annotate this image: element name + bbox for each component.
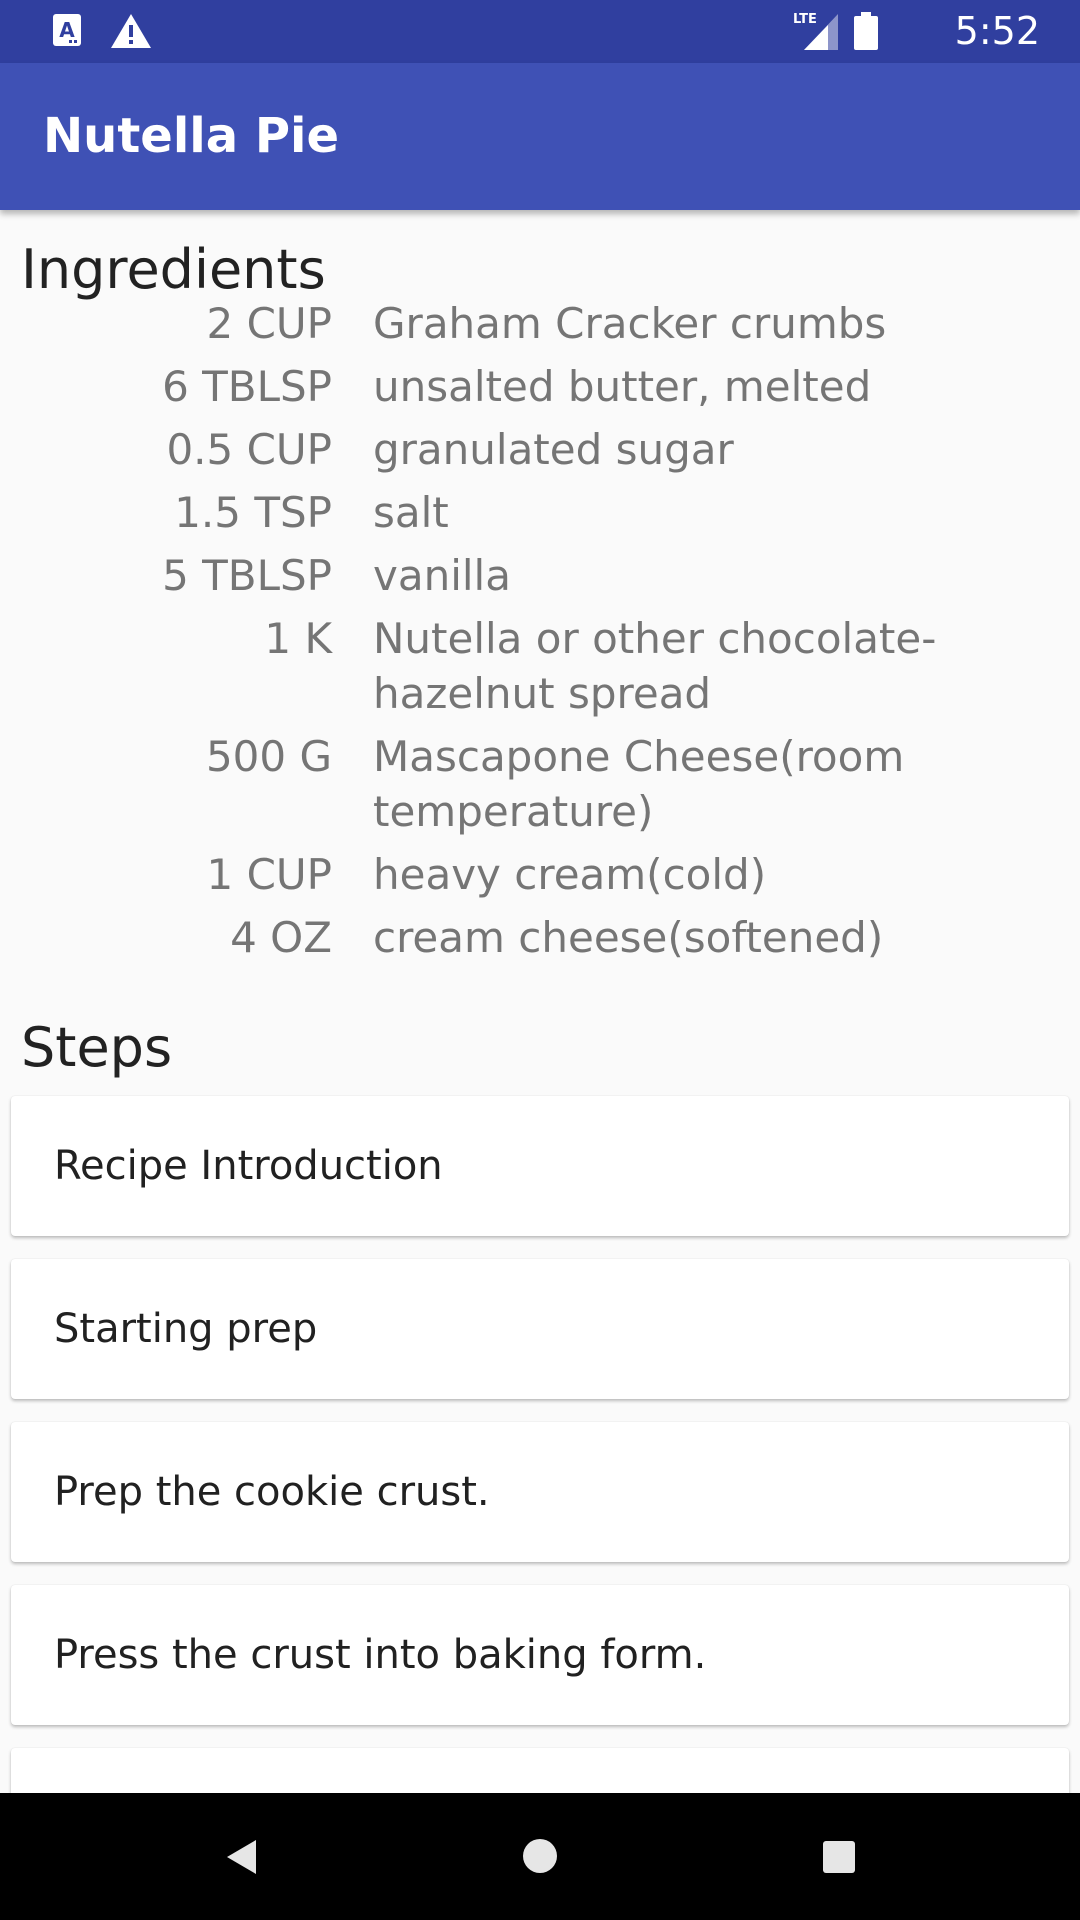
system-nav-bar (0, 1793, 1080, 1920)
lte-signal-icon: LTE (792, 10, 840, 54)
home-button[interactable] (475, 1793, 605, 1920)
ingredient-name: heavy cream(cold) (373, 850, 767, 899)
ingredient-row: 5 TBLSP vanilla (0, 548, 1080, 603)
ingredient-row: 4 OZ cream cheese(softened) (0, 910, 1080, 965)
ingredient-quantity: 6 TBLSP (162, 362, 332, 411)
ingredient-quantity: 1 CUP (206, 850, 332, 899)
ingredient-quantity: 500 G (205, 732, 332, 781)
step-label: Recipe Introduction (54, 1143, 443, 1189)
ingredient-row: 0.5 CUP granulated sugar (0, 422, 1080, 477)
app-bar: Nutella Pie (0, 63, 1080, 210)
ingredient-name: vanilla (373, 551, 511, 600)
ingredient-name: Mascapone Cheese(room temperature) (373, 732, 905, 836)
ingredient-row: 1 CUP heavy cream(cold) (0, 847, 1080, 902)
recents-icon (822, 1840, 856, 1878)
network-label: LTE (793, 12, 817, 27)
recipe-detail-content[interactable]: Ingredients 2 CUP Graham Cracker crumbs … (0, 210, 1080, 1793)
home-icon (522, 1838, 558, 1878)
ingredients-heading: Ingredients (21, 238, 326, 301)
ingredient-row: 6 TBLSP unsalted butter, melted (0, 359, 1080, 414)
steps-heading: Steps (21, 1016, 173, 1079)
ingredient-name: Nutella or other chocolate-hazelnut spre… (373, 614, 937, 718)
ingredient-quantity: 1.5 TSP (174, 488, 332, 537)
ingredient-quantity: 4 OZ (230, 913, 332, 962)
step-label: Prep the cookie crust. (54, 1469, 490, 1515)
ingredient-name: Graham Cracker crumbs (373, 299, 887, 348)
ingredient-row: 1 K Nutella or other chocolate-hazelnut … (0, 611, 1080, 721)
svg-text:A: A (59, 18, 75, 42)
ingredient-name: granulated sugar (373, 425, 734, 474)
step-card-press-crust[interactable]: Press the crust into baking form. (11, 1585, 1069, 1725)
back-button[interactable] (176, 1793, 306, 1920)
ingredient-row: 500 G Mascapone Cheese(room temperature) (0, 729, 1080, 839)
ingredient-name: unsalted butter, melted (373, 362, 872, 411)
recents-button[interactable] (773, 1793, 903, 1920)
step-card-starting-prep[interactable]: Starting prep (11, 1259, 1069, 1399)
step-label: Press the crust into baking form. (54, 1632, 707, 1678)
step-label: Starting prep (54, 1306, 318, 1352)
warning-icon (110, 13, 152, 53)
ingredient-quantity: 0.5 CUP (166, 425, 332, 474)
status-right-icons: LTE 5:52 (793, 9, 1040, 54)
page-title: Nutella Pie (43, 108, 340, 164)
ingredient-quantity: 1 K (264, 614, 332, 663)
ingredient-row: 1.5 TSP salt (0, 485, 1080, 540)
screen: A LTE 5:52 Nutella Pie Ingredients 2 CUP… (0, 0, 1080, 1920)
step-card-recipe-introduction[interactable]: Recipe Introduction (11, 1096, 1069, 1236)
ingredient-quantity: 2 CUP (206, 299, 332, 348)
ingredient-name: salt (373, 488, 449, 537)
ingredients-list: 2 CUP Graham Cracker crumbs 6 TBLSP unsa… (0, 296, 1080, 973)
status-bar: A LTE 5:52 (0, 0, 1080, 63)
back-icon (224, 1838, 258, 1880)
ingredient-quantity: 5 TBLSP (162, 551, 332, 600)
steps-list: Recipe Introduction Starting prep Prep t… (0, 1096, 1080, 1793)
battery-icon (854, 12, 878, 54)
text-a-icon: A (52, 13, 82, 51)
ingredient-name: cream cheese(softened) (373, 913, 884, 962)
step-card-partial[interactable] (11, 1748, 1069, 1793)
step-card-prep-cookie-crust[interactable]: Prep the cookie crust. (11, 1422, 1069, 1562)
ingredient-row: 2 CUP Graham Cracker crumbs (0, 296, 1080, 351)
status-time: 5:52 (954, 9, 1040, 53)
